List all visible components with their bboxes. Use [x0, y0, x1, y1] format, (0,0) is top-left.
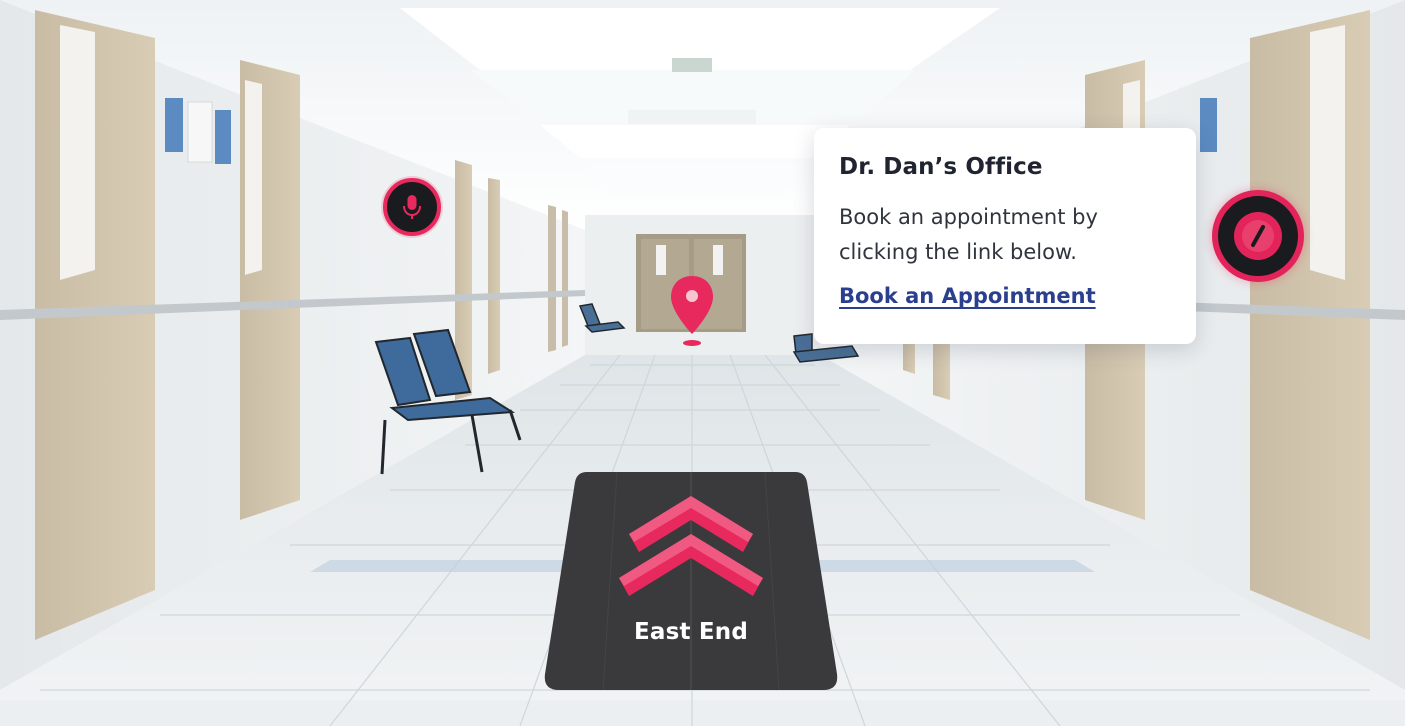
microphone-icon: [403, 195, 421, 219]
stop-icon: [1234, 212, 1282, 260]
office-title: Dr. Dan’s Office: [839, 154, 1043, 180]
floor-sign-label: East End: [633, 619, 749, 645]
location-pin-icon: [671, 276, 713, 346]
office-description: Book an appointment by clicking the link…: [839, 200, 1172, 270]
microphone-button[interactable]: [383, 178, 441, 236]
office-description-line-1: Book an appointment by: [839, 205, 1098, 229]
office-info-card: Dr. Dan’s Office Book an appointment by …: [814, 128, 1196, 344]
floor-direction-sign[interactable]: [543, 468, 839, 694]
office-description-line-2: clicking the link below.: [839, 240, 1077, 264]
ar-hospital-corridor-view: Dr. Dan’s Office Book an appointment by …: [0, 0, 1405, 726]
book-appointment-link[interactable]: Book an Appointment: [839, 284, 1096, 308]
stop-button[interactable]: [1212, 190, 1304, 282]
